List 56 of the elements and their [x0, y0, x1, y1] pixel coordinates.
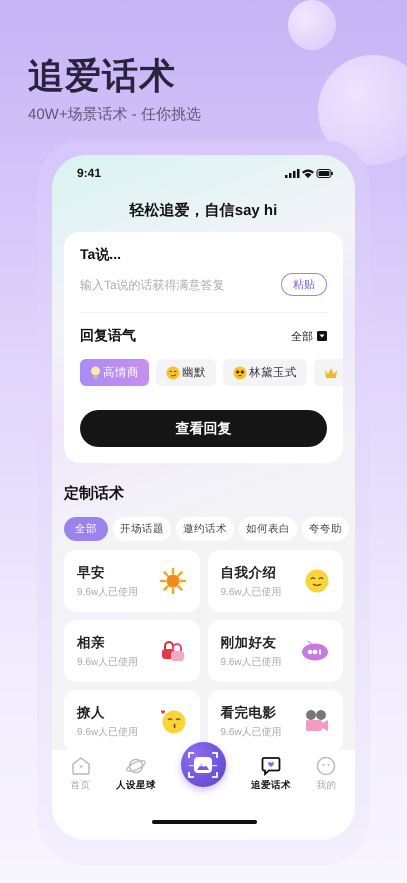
promo-subtitle: 40W+场景话术 - 任你挑选 — [28, 105, 202, 124]
scene-card[interactable]: 撩人 9.6w人已使用 — [64, 690, 200, 752]
status-icons — [285, 168, 333, 178]
paste-button[interactable]: 粘贴 — [281, 273, 327, 296]
usage-count: 9.6w人已使用 — [77, 726, 138, 738]
message-input-field[interactable]: 输入Ta说的话获得满意答复 — [80, 278, 270, 292]
decorative-bubble — [288, 0, 336, 50]
scene-title: 撩人 — [77, 704, 106, 722]
scene-card[interactable]: 刚加好友 9.6w人已使用 — [208, 620, 343, 682]
section-title: 定制话术 — [64, 484, 125, 503]
speech-bubble-icon — [301, 640, 329, 662]
scene-title: 早安 — [77, 564, 106, 582]
status-time: 9:41 — [77, 166, 102, 180]
face-icon — [316, 756, 336, 776]
crown-icon — [324, 366, 338, 378]
photo-scan-icon — [187, 750, 220, 778]
scan-button[interactable] — [180, 742, 226, 787]
sun-icon — [160, 568, 186, 594]
planet-icon — [124, 756, 147, 776]
lightbulb-icon — [90, 366, 101, 380]
padlocks-icon — [160, 640, 186, 662]
scene-card[interactable]: 自我介绍 9.6w人已使用 — [208, 550, 343, 612]
chat-heart-icon — [261, 756, 282, 776]
category-tab[interactable]: 如何表白 — [239, 517, 297, 541]
dropdown-icon — [317, 331, 327, 341]
home-icon — [70, 756, 91, 776]
kissing-face-icon — [160, 708, 186, 734]
usage-count: 9.6w人已使用 — [220, 656, 282, 668]
scene-card[interactable]: 看完电影 9.6w人已使用 — [208, 690, 343, 752]
tone-chip[interactable]: 林黛玉式 — [223, 359, 307, 386]
promo-title: 追爱话术 — [28, 54, 177, 98]
scene-title: 刚加好友 — [220, 634, 278, 652]
pleading-face-icon — [233, 366, 247, 380]
tab-item[interactable]: 人设星球 — [116, 750, 156, 792]
tab-item[interactable]: 追爱话术 — [251, 750, 292, 792]
screen-title: 轻松追爱，自信say hi — [128, 201, 278, 220]
tone-chip[interactable]: 幽默 — [156, 359, 216, 386]
input-label: Ta说... — [80, 246, 122, 264]
category-tab[interactable]: 开场话题 — [113, 517, 171, 541]
movie-camera-icon — [303, 709, 329, 733]
scene-title: 自我介绍 — [220, 564, 278, 582]
usage-count: 9.6w人已使用 — [77, 586, 138, 598]
scene-title: 看完电影 — [220, 704, 278, 722]
scene-title: 相亲 — [77, 634, 106, 652]
usage-count: 9.6w人已使用 — [220, 586, 282, 598]
scene-card[interactable]: 早安 9.6w人已使用 — [64, 550, 200, 612]
tone-filter-button[interactable]: 全部 — [291, 328, 327, 344]
usage-count: 9.6w人已使用 — [220, 726, 282, 738]
usage-count: 9.6w人已使用 — [77, 656, 138, 668]
view-reply-button[interactable]: 查看回复 — [80, 410, 327, 447]
smirk-face-icon — [166, 366, 180, 380]
category-tab[interactable]: 夸夸助 — [302, 517, 349, 541]
category-tab[interactable]: 邀约话术 — [176, 517, 234, 541]
smiling-face-icon — [305, 569, 329, 593]
scene-card[interactable]: 相亲 9.6w人已使用 — [64, 620, 200, 682]
tone-label: 回复语气 — [80, 327, 136, 345]
